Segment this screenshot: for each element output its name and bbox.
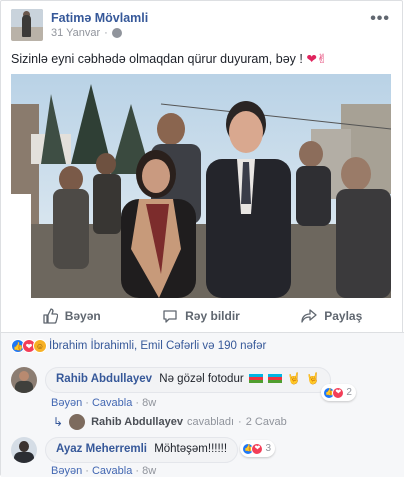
- photo-image: [11, 74, 391, 298]
- reply-arrow-icon: ↳: [53, 415, 64, 429]
- comment-links: Bəyən · Cavabla · 8w: [51, 465, 157, 477]
- author-name[interactable]: Fatimə Mövlamli: [51, 10, 148, 26]
- commenter-avatar[interactable]: [11, 437, 37, 463]
- globe-icon: [111, 28, 122, 38]
- reply-author-avatar: [69, 414, 86, 430]
- heart-emoji-icon: ❤✌: [306, 52, 328, 66]
- share-button[interactable]: Paylaş: [301, 308, 362, 324]
- rock-hand-icon: 🤘: [306, 373, 320, 385]
- comment-bubble: Ayaz Meherremli Möhtəşəm!!!!!! 👍 ❤ 3: [45, 437, 276, 463]
- comment-like-link[interactable]: Bəyən: [51, 397, 82, 409]
- replies-summary[interactable]: ↳ Rahib Abdullayev cavabladı · 2 Cavab: [53, 414, 287, 430]
- reactions-summary[interactable]: 👍 ❤ ☺ İbrahim İbrahimli, Emil Cəfərli və…: [11, 339, 266, 353]
- comment-text: Nə gözəl fotodur: [159, 373, 244, 385]
- comment-reaction-count[interactable]: 👍 ❤ 3: [240, 440, 276, 457]
- thumbs-up-icon: [43, 308, 58, 324]
- rock-hand-icon: 🤘: [287, 373, 301, 385]
- comment-bubble: Rahib Abdullayev Nə gözəl fotodur 🤘 🤘 👍 …: [45, 367, 356, 401]
- comment-reaction-count[interactable]: 👍 ❤ 2: [321, 384, 356, 401]
- azerbaijan-flag-icon: [248, 374, 263, 384]
- share-button-label: Paylaş: [324, 309, 363, 323]
- comment-icon: [163, 310, 177, 323]
- commenter-name[interactable]: Rahib Abdullayev: [56, 373, 152, 385]
- comment-like-link[interactable]: Bəyən: [51, 465, 82, 477]
- more-options-icon[interactable]: •••: [370, 10, 390, 28]
- post-date[interactable]: 31 Yanvar: [51, 26, 100, 40]
- post-actions: Bəyən Rəy bildir Paylaş: [11, 303, 393, 329]
- comment-button[interactable]: Rəy bildir: [162, 308, 240, 324]
- love-icon: ❤: [251, 442, 264, 455]
- comment-time[interactable]: 8w: [142, 397, 156, 409]
- like-button[interactable]: Bəyən: [42, 308, 101, 324]
- haha-icon: ☺: [33, 339, 47, 353]
- commenter-name[interactable]: Ayaz Meherremli: [56, 443, 147, 455]
- comment-reply-link[interactable]: Cavabla: [92, 397, 132, 409]
- comment-item: Ayaz Meherremli Möhtəşəm!!!!!! 👍 ❤ 3: [11, 437, 276, 463]
- comment-button-label: Rəy bildir: [185, 309, 240, 323]
- comment-text: Möhtəşəm!!!!!!: [154, 443, 228, 455]
- commenter-avatar[interactable]: [11, 367, 37, 393]
- post-card: Fatimə Mövlamli 31 Yanvar · ••• Sizinlə …: [0, 0, 404, 477]
- post-header: Fatimə Mövlamli 31 Yanvar ·: [11, 9, 148, 41]
- reactions-text: İbrahim İbrahimli, Emil Cəfərli və 190 n…: [49, 340, 267, 352]
- comment-item: Rahib Abdullayev Nə gözəl fotodur 🤘 🤘 👍 …: [11, 367, 356, 401]
- post-photo[interactable]: [11, 74, 391, 298]
- comment-time[interactable]: 8w: [142, 465, 156, 477]
- comment-links: Bəyən · Cavabla · 8w: [51, 397, 157, 409]
- azerbaijan-flag-icon: [268, 374, 283, 384]
- like-button-label: Bəyən: [64, 309, 101, 323]
- share-icon: [301, 309, 317, 323]
- comment-reply-link[interactable]: Cavabla: [92, 465, 132, 477]
- love-icon: ❤: [332, 386, 345, 399]
- author-avatar[interactable]: [11, 9, 43, 41]
- post-text: Sizinlə eyni cəbhədə olmaqdan qürur duyu…: [11, 52, 328, 66]
